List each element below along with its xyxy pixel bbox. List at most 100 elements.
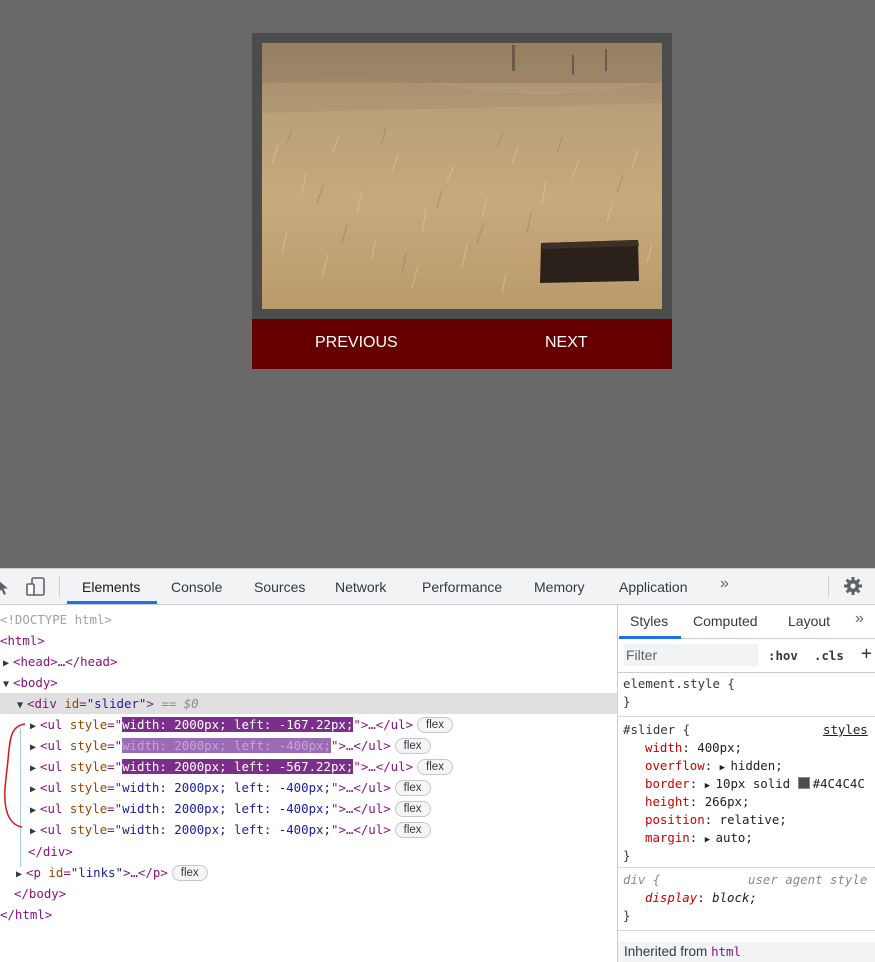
dom-ul-row[interactable]: ▶ <ul style="width: 2000px; left: -400px;…	[0, 798, 431, 819]
dom-html-open[interactable]: <html>	[0, 630, 45, 651]
css-declaration[interactable]: width: 400px;	[645, 739, 742, 757]
ul-style-attr: style	[69, 759, 108, 774]
css-declaration[interactable]: height: 266px;	[645, 793, 749, 811]
css-prop-name: position	[645, 812, 705, 827]
ul-close-tag: >…</ul>	[338, 738, 391, 753]
flex-badge[interactable]: flex	[394, 780, 431, 796]
expand-arrow-icon[interactable]: ▶	[3, 653, 13, 674]
flex-badge[interactable]: flex	[417, 717, 453, 733]
dom-ul-row[interactable]: ▶ <ul style="width: 2000px; left: -567.22…	[0, 756, 453, 777]
hover-state-toggle[interactable]: :hov	[768, 648, 798, 663]
css-declaration[interactable]: overflow: ▶ hidden;	[645, 757, 783, 777]
ul-style-value[interactable]: width: 2000px; left: -167.22px;	[122, 717, 354, 732]
css-prop-name: overflow	[645, 758, 705, 773]
expand-arrow-icon[interactable]: ▶	[30, 800, 40, 821]
tab-console[interactable]: Console	[171, 579, 222, 595]
expand-shorthand-icon[interactable]: ▶	[705, 781, 716, 791]
next-button[interactable]: NEXT	[545, 334, 588, 352]
expand-arrow-icon[interactable]: ▶	[30, 779, 40, 800]
collapse-arrow-icon[interactable]: ▼	[3, 674, 13, 695]
dom-head-node[interactable]: ▶ <head>…</head>	[0, 651, 117, 672]
tab-application[interactable]: Application	[619, 579, 688, 595]
settings-gear-icon[interactable]	[843, 576, 863, 599]
tab-layout[interactable]: Layout	[788, 613, 830, 629]
dom-div-close[interactable]: </div>	[0, 841, 73, 862]
css-declaration[interactable]: margin: ▶ auto;	[645, 829, 753, 849]
flex-badge[interactable]: flex	[394, 822, 431, 838]
add-rule-icon[interactable]: +	[861, 643, 872, 664]
dom-body-open[interactable]: ▼ <body>	[0, 672, 58, 693]
div-id-value: "slider"	[86, 696, 147, 711]
ul-style-value[interactable]: width: 2000px; left: -400px;	[122, 822, 331, 837]
head-open-tag: <head>	[13, 654, 58, 669]
ul-style-value[interactable]: width: 2000px; left: -400px;	[122, 801, 331, 816]
more-tabs-icon[interactable]: »	[855, 610, 864, 628]
inherited-tag-link[interactable]: html	[711, 944, 741, 959]
dom-doctype[interactable]: <!DOCTYPE html>	[0, 609, 112, 630]
ul-open-tag: <ul	[40, 759, 63, 774]
slider-selector[interactable]: #slider {	[623, 721, 690, 739]
tab-elements[interactable]: Elements	[82, 579, 140, 595]
expand-arrow-icon[interactable]: ▶	[30, 716, 40, 737]
dom-html-close[interactable]: </html>	[0, 904, 52, 925]
styles-pane: Styles Computed Layout » :hov .cls + ele…	[618, 605, 875, 962]
devtools-toolbar: Elements Console Sources Network Perform…	[0, 569, 875, 605]
tab-network[interactable]: Network	[335, 579, 386, 595]
collapse-arrow-icon[interactable]: ▼	[17, 695, 27, 716]
dom-slider-div[interactable]: ▼ <div id="slider"> == $0	[0, 693, 617, 714]
expand-shorthand-icon[interactable]: ▶	[720, 763, 731, 773]
element-style-selector[interactable]: element.style {	[623, 675, 735, 693]
device-toolbar-icon[interactable]	[25, 577, 47, 600]
dom-ul-row[interactable]: ▶ <ul style="width: 2000px; left: -400px;…	[0, 735, 431, 756]
flex-badge[interactable]: flex	[171, 865, 208, 881]
ul-open-tag: <ul	[40, 822, 63, 837]
previous-button[interactable]: PREVIOUS	[315, 334, 398, 352]
active-tab-indicator	[67, 601, 157, 604]
css-prop-value: auto;	[715, 830, 753, 845]
toolbar-divider	[828, 577, 829, 597]
tab-sources[interactable]: Sources	[254, 579, 305, 595]
expand-arrow-icon[interactable]: ▶	[30, 737, 40, 758]
tab-computed[interactable]: Computed	[693, 613, 758, 629]
expand-shorthand-icon[interactable]: ▶	[705, 835, 716, 845]
flex-badge[interactable]: flex	[394, 801, 431, 817]
dom-ul-row[interactable]: ▶ <ul style="width: 2000px; left: -400px;…	[0, 777, 431, 798]
expand-arrow-icon[interactable]: ▶	[16, 864, 26, 885]
expand-arrow-icon[interactable]: ▶	[30, 821, 40, 842]
ul-style-attr: style	[69, 822, 108, 837]
ul-style-value[interactable]: width: 2000px; left: -567.22px;	[122, 759, 354, 774]
ul-style-value[interactable]: width: 2000px; left: -400px;	[122, 738, 331, 753]
slider-css-rule: #slider { styles width: 400px; overflow: …	[618, 717, 875, 868]
ul-close-tag: >…</ul>	[338, 822, 391, 837]
flex-badge[interactable]: flex	[417, 759, 453, 775]
expand-arrow-icon[interactable]: ▶	[30, 758, 40, 779]
color-swatch-icon[interactable]	[797, 777, 810, 789]
slider-links: PREVIOUS NEXT	[252, 319, 672, 369]
div-ua-rule: div { user agent style display: block; }	[618, 868, 875, 931]
css-declaration[interactable]: position: relative;	[645, 811, 787, 829]
dom-ul-row[interactable]: ▶ <ul style="width: 2000px; left: -167.22…	[0, 714, 453, 735]
rule-close-brace: }	[623, 694, 631, 709]
styles-filter-bar: :hov .cls +	[618, 639, 875, 673]
p-close-tag: >…</p>	[123, 865, 168, 880]
tab-styles[interactable]: Styles	[630, 613, 668, 629]
ul-close-tag: >…</ul>	[338, 780, 391, 795]
body-close-tag: </body>	[14, 886, 67, 901]
inspect-element-icon[interactable]	[0, 577, 12, 600]
dom-body-close[interactable]: </body>	[0, 883, 66, 904]
stylesheet-source-link[interactable]: styles	[823, 721, 868, 739]
tab-performance[interactable]: Performance	[422, 579, 502, 595]
ul-open-tag: <ul	[40, 738, 63, 753]
class-toggle[interactable]: .cls	[814, 648, 844, 663]
hand-drawn-bracket-annotation	[4, 723, 26, 828]
ul-style-value[interactable]: width: 2000px; left: -400px;	[122, 780, 331, 795]
css-color-value: #4C4C4C	[812, 776, 865, 791]
dom-ul-row[interactable]: ▶ <ul style="width: 2000px; left: -400px;…	[0, 819, 431, 840]
more-tabs-icon[interactable]: »	[720, 575, 729, 593]
css-prop-name: height	[645, 794, 690, 809]
dom-links-p[interactable]: ▶ <p id="links">…</p> flex	[0, 862, 208, 883]
tab-memory[interactable]: Memory	[534, 579, 585, 595]
css-declaration[interactable]: border: ▶ 10px solid #4C4C4C	[645, 775, 865, 795]
styles-filter-input[interactable]	[624, 644, 758, 666]
flex-badge[interactable]: flex	[394, 738, 431, 754]
